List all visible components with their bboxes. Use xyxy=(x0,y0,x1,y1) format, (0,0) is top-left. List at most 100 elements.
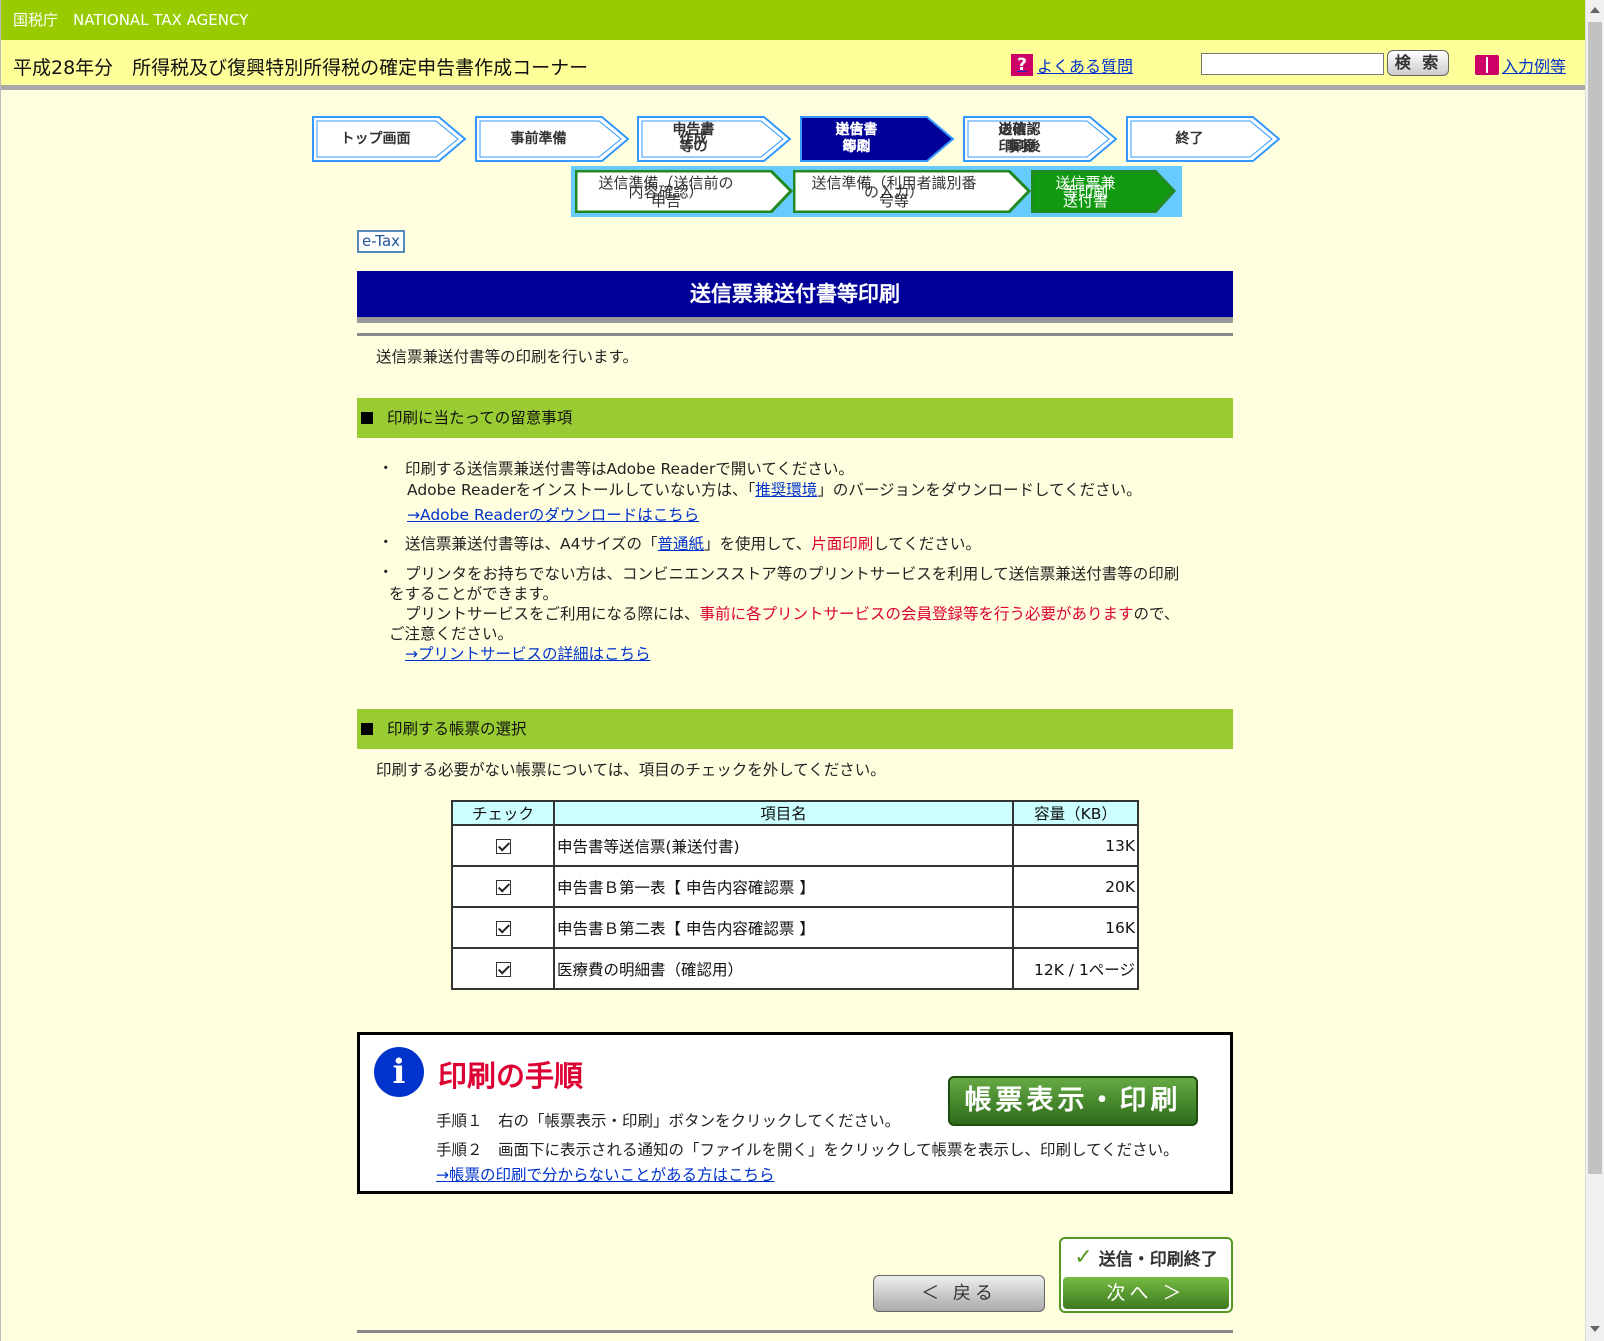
note3-line1: プリンタをお持ちでない方は、コンビニエンスストア等のプリントサービスを利用して送… xyxy=(405,565,1180,583)
substep-print: 送信票兼送付書 等印刷 xyxy=(1031,170,1176,213)
check-cell xyxy=(451,824,555,867)
check-cell xyxy=(451,906,555,949)
print-service-link[interactable]: →プリントサービスの詳細はこちら xyxy=(405,644,651,664)
substep-label-line2: の入力） xyxy=(863,182,924,201)
book-icon xyxy=(1475,55,1499,75)
table-row: 申告書等送信票(兼送付書) 13K xyxy=(451,824,1139,867)
note3-line2: をすることができます。 xyxy=(389,585,558,603)
faq-link[interactable]: ? よくある質問 xyxy=(1011,53,1133,77)
step-label-line2: 送信・印刷 xyxy=(835,122,878,155)
note3-text-post: ので、 xyxy=(1133,605,1180,623)
bullet: ・ xyxy=(378,563,394,581)
vertical-scrollbar[interactable] xyxy=(1585,0,1604,1341)
step-label-line2: 作成 xyxy=(679,130,708,147)
search-button[interactable]: 検 索 xyxy=(1387,50,1449,76)
substep-bar: 送信準備（送信前の申告 内容確認） 送信準備（利用者識別番号等 の入力） 送信票兼送… xyxy=(571,166,1182,217)
recommended-env-link[interactable]: 推奨環境 xyxy=(755,481,817,499)
single-side-print-emphasis: 片面印刷 xyxy=(811,535,874,553)
form-display-print-button[interactable]: 帳票表示・印刷 xyxy=(948,1076,1198,1126)
examples-link[interactable]: 入力例等 xyxy=(1475,53,1566,77)
form-checkbox[interactable] xyxy=(495,838,511,854)
search-input[interactable] xyxy=(1201,53,1384,75)
form-size: 13K xyxy=(1012,824,1139,867)
step-label: 事前準備 xyxy=(510,130,567,147)
substep-label-line2: 等印刷 xyxy=(1062,182,1108,201)
scroll-thumb[interactable] xyxy=(1588,22,1602,1174)
form-checkbox[interactable] xyxy=(495,961,511,977)
browser-content: 国税庁 NATIONAL TAX AGENCY 平成28年分 所得税及び復興特別… xyxy=(0,0,1585,1341)
substep-confirm: 送信準備（送信前の申告 内容確認） xyxy=(575,170,793,213)
substep-user-id: 送信準備（利用者識別番号等 の入力） xyxy=(793,170,1031,213)
finish-label: ✓ 送信・印刷終了 xyxy=(1061,1239,1231,1275)
back-button[interactable]: ＜ 戻る xyxy=(873,1275,1045,1312)
print-help-link[interactable]: →帳票の印刷で分からないことがある方はこちら xyxy=(436,1165,775,1185)
adobe-download-link[interactable]: →Adobe Readerのダウンロードはこちら xyxy=(407,505,699,525)
faq-link-label: よくある質問 xyxy=(1037,57,1134,76)
substep-label: 送信票兼送付書 等印刷 xyxy=(1043,170,1140,213)
step-top: トップ画面 xyxy=(312,116,467,162)
note3-text: プリントサービスをご利用になる際には、 xyxy=(405,605,700,623)
note2-text: 送信票兼送付書等は、A4サイズの「 xyxy=(405,535,658,553)
finish-label-text: 送信・印刷終了 xyxy=(1098,1249,1218,1270)
table-header-row: チェック 項目名 容量（KB） xyxy=(451,800,1139,826)
plain-paper-link[interactable]: 普通紙 xyxy=(658,535,705,553)
step-label: 申告書等の 作成 xyxy=(657,116,744,162)
note3-line4: ご注意ください。 xyxy=(389,625,514,643)
table-row: 医療費の明細書（確認用） 12K / 1ページ xyxy=(451,947,1139,990)
step-label: 終了 xyxy=(1175,130,1204,147)
note2-text-post: してください。 xyxy=(873,535,981,553)
finish-box: ✓ 送信・印刷終了 次へ ＞ xyxy=(1059,1237,1233,1313)
substep-label-line2: 内容確認） xyxy=(628,182,704,201)
table-row: 申告書Ｂ第一表【 申告内容確認票 】 20K xyxy=(451,865,1139,908)
step-create: 申告書等の 作成 xyxy=(637,116,792,162)
intro-text: 送信票兼送付書等の印刷を行います。 xyxy=(376,348,638,366)
form-checkbox[interactable] xyxy=(495,920,511,936)
bullet: ・ xyxy=(378,459,394,477)
step-label-line2: の確認事項 xyxy=(998,122,1041,155)
step-end: 終了 xyxy=(1126,116,1281,162)
question-icon: ? xyxy=(1011,54,1033,76)
form-name: 申告書等送信票(兼送付書) xyxy=(553,824,1014,867)
scroll-up-icon[interactable] xyxy=(1590,7,1600,13)
column-header: チェック xyxy=(451,800,555,826)
procedure-step2: 手順２ 画面下に表示される通知の「ファイルを開く」をクリックして帳票を表示し、印… xyxy=(436,1141,1179,1159)
note1-text: Adobe Readerをインストールしていない方は、「 xyxy=(407,481,756,499)
form-size: 12K / 1ページ xyxy=(1012,947,1139,990)
form-size: 16K xyxy=(1012,906,1139,949)
note2-text-mid: 」を使用して、 xyxy=(704,535,812,553)
check-cell xyxy=(451,865,555,908)
page-title: 送信票兼送付書等印刷 xyxy=(357,271,1233,323)
examples-link-label: 入力例等 xyxy=(1502,57,1567,76)
form-size: 20K xyxy=(1012,865,1139,908)
step-label: トップ画面 xyxy=(340,130,411,147)
procedure-step1: 手順１ 右の「帳票表示・印刷」ボタンをクリックしてください。 xyxy=(436,1112,901,1130)
note2: 送信票兼送付書等は、A4サイズの「普通紙」を使用して、片面印刷してください。 xyxy=(405,534,981,554)
procedure-title: 印刷の手順 xyxy=(438,1059,584,1093)
etax-tag: e-Tax xyxy=(357,230,406,253)
column-header: 項目名 xyxy=(553,800,1014,826)
print-procedure-box: i 印刷の手順 帳票表示・印刷 手順１ 右の「帳票表示・印刷」ボタンをクリックし… xyxy=(357,1032,1233,1194)
divider xyxy=(357,1330,1233,1333)
note1-line1: 印刷する送信票兼送付書等はAdobe Readerで開いてください。 xyxy=(405,460,854,478)
form-name: 申告書Ｂ第二表【 申告内容確認票 】 xyxy=(553,906,1014,949)
form-checkbox[interactable] xyxy=(495,879,511,895)
check-cell xyxy=(451,947,555,990)
check-icon: ✓ xyxy=(1074,1244,1093,1270)
step-label: 送信・印刷後 の確認事項 xyxy=(983,116,1070,162)
scroll-down-icon[interactable] xyxy=(1590,1326,1600,1332)
forms-table: チェック 項目名 容量（KB） 申告書等送信票(兼送付書) 13K 申告書Ｂ第一… xyxy=(451,800,1139,990)
next-button[interactable]: 次へ ＞ xyxy=(1063,1277,1229,1309)
info-icon: i xyxy=(374,1047,424,1097)
note3-line3: プリントサービスをご利用になる際には、事前に各プリントサービスの会員登録等を行う… xyxy=(405,604,1179,624)
registration-warning: 事前に各プリントサービスの会員登録等を行う必要があります xyxy=(699,605,1134,623)
selection-instruction: 印刷する必要がない帳票については、項目のチェックを外してください。 xyxy=(376,761,886,779)
step-preparation: 事前準備 xyxy=(475,116,630,162)
form-name: 申告書Ｂ第一表【 申告内容確認票 】 xyxy=(553,865,1014,908)
column-header: 容量（KB） xyxy=(1012,800,1139,826)
app-title: 平成28年分 所得税及び復興特別所得税の確定申告書作成コーナー xyxy=(13,57,589,79)
selection-heading: 印刷する帳票の選択 xyxy=(357,709,1233,749)
notes-heading: 印刷に当たっての留意事項 xyxy=(357,398,1233,438)
form-name: 医療費の明細書（確認用） xyxy=(553,947,1014,990)
divider xyxy=(357,333,1233,336)
step-after-check: 送信・印刷後 の確認事項 xyxy=(963,116,1118,162)
